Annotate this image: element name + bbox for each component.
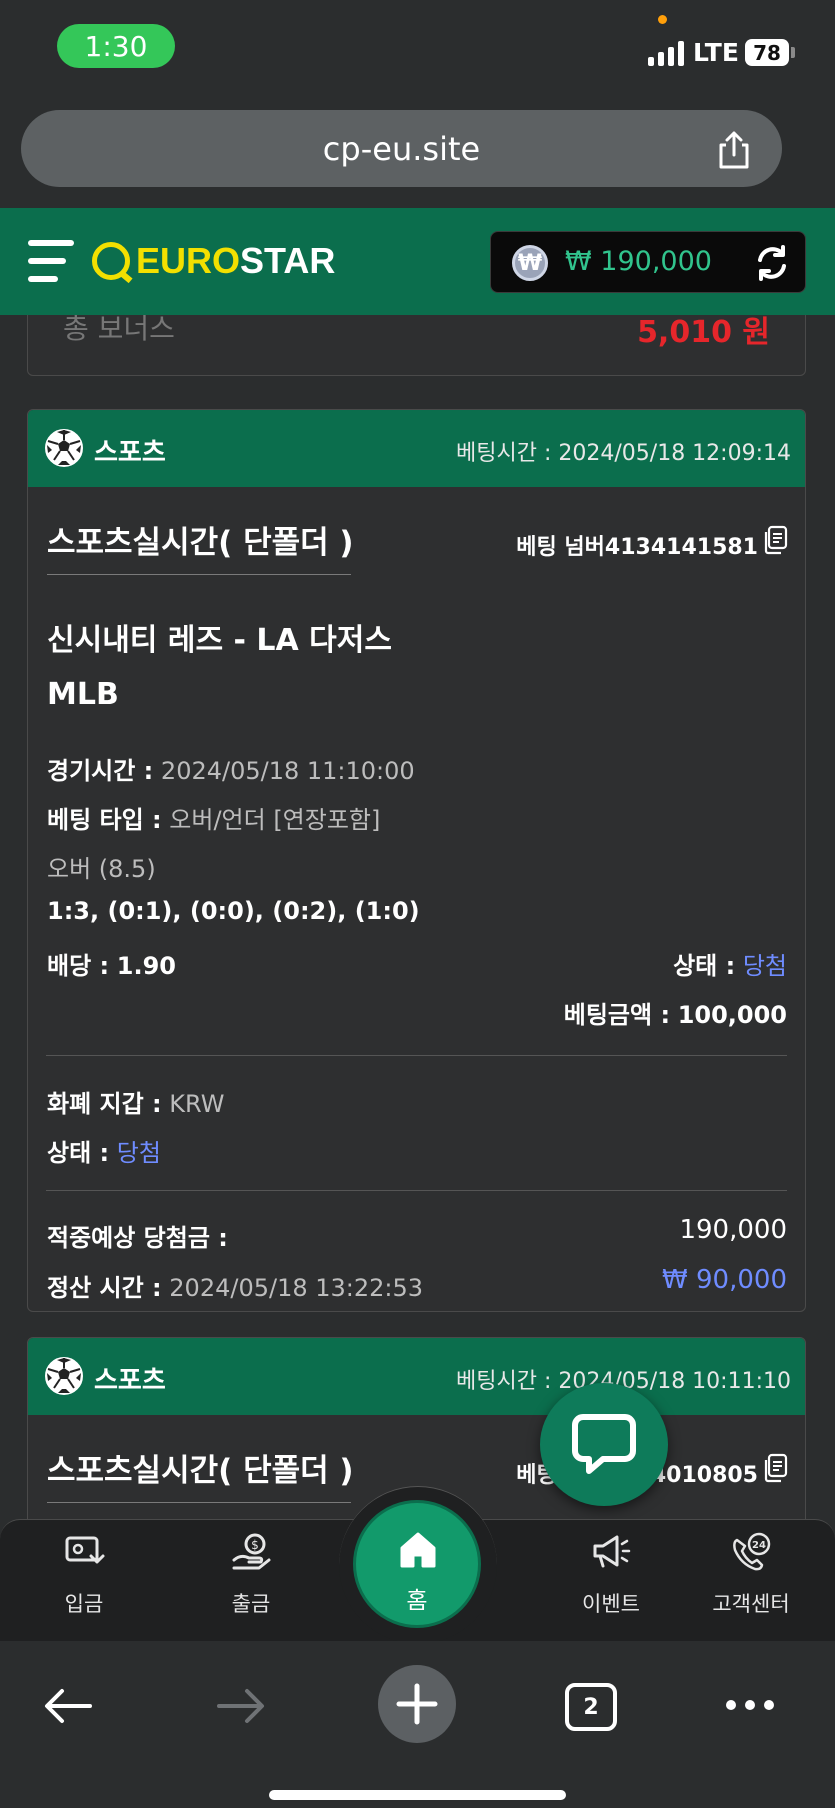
url-text: cp-eu.site — [322, 129, 481, 168]
status2-label: 상태 : — [47, 1139, 110, 1167]
game-time-value: 2024/05/18 11:10:00 — [160, 757, 415, 785]
copy-icon[interactable] — [763, 1453, 789, 1483]
expected-label: 적중예상 당첨금 : — [47, 1224, 228, 1252]
amount-value: 100,000 — [677, 1001, 787, 1029]
odds-label: 배당 : — [47, 952, 110, 980]
title-underline — [47, 1502, 351, 1503]
signal-icon — [648, 40, 684, 66]
nav-deposit-label: 입금 — [64, 1592, 104, 1616]
new-tab-button[interactable] — [378, 1665, 456, 1743]
currency-value: KRW — [169, 1090, 225, 1118]
bet-type-title: 스포츠실시간( 단폴더 ) — [47, 1453, 354, 1489]
nav-support-label: 고객센터 — [712, 1592, 790, 1616]
status-bar: 1:30 LTE 78 — [0, 0, 835, 100]
copy-icon[interactable] — [763, 525, 789, 555]
status-label: 상태 : — [673, 952, 736, 980]
menu-icon[interactable] — [28, 240, 74, 284]
status-value: 당첨 — [742, 952, 787, 980]
battery-icon: 78 — [745, 39, 789, 66]
odds-value: 1.90 — [116, 952, 176, 980]
site-logo[interactable]: EURO STAR — [92, 240, 335, 282]
home-icon — [400, 1532, 436, 1568]
bet-card: 스포츠 베팅시간 : 2024/05/18 12:09:14 스포츠실시간( 단… — [27, 409, 806, 1312]
market-value: 오버/언더 [연장포함] — [169, 806, 381, 834]
game-time-label: 경기시간 : — [47, 757, 154, 785]
score-row: 1:3, (0:1), (0:0), (0:2), (1:0) — [47, 897, 420, 925]
support-24-icon: 24 — [733, 1532, 771, 1571]
settle-value: 2024/05/18 13:22:53 — [169, 1274, 424, 1302]
title-underline — [47, 574, 351, 575]
bet-category: 스포츠 — [94, 438, 166, 468]
nav-deposit[interactable]: 입금 — [19, 1520, 149, 1642]
withdraw-icon: $ — [232, 1533, 271, 1570]
balance-widget[interactable]: ₩ ₩ 190,000 — [490, 231, 806, 293]
won-coin-icon: ₩ — [512, 245, 548, 281]
logo-text-star: STAR — [240, 240, 336, 281]
status2-value: 당첨 — [116, 1139, 161, 1167]
home-indicator — [269, 1790, 566, 1800]
forward-arrow-icon[interactable] — [215, 1686, 267, 1726]
logo-icon — [92, 242, 130, 280]
nav-home-label: 홈 — [406, 1588, 428, 1614]
nav-withdraw-label: 출금 — [231, 1592, 271, 1616]
tabs-button[interactable]: 2 — [565, 1683, 617, 1731]
plus-icon — [396, 1683, 438, 1725]
bet-card-header: 스포츠 베팅시간 : 2024/05/18 10:11:10 — [28, 1338, 805, 1415]
currency-row: 화폐 지갑 : KRW — [47, 1084, 224, 1119]
bet-card-header: 스포츠 베팅시간 : 2024/05/18 12:09:14 — [28, 410, 805, 487]
game-time-row: 경기시간 : 2024/05/18 11:10:00 — [47, 751, 415, 786]
settle-label: 정산 시간 : — [47, 1274, 162, 1302]
chat-button[interactable] — [540, 1383, 668, 1506]
deposit-icon — [65, 1536, 105, 1564]
soccer-ball-icon — [45, 429, 83, 467]
expected-value: 190,000 — [679, 1215, 787, 1245]
chat-bubble-icon — [572, 1414, 636, 1474]
market-label: 베팅 타입 : — [47, 806, 162, 834]
nav-event-label: 이벤트 — [582, 1592, 640, 1616]
bet-category: 스포츠 — [94, 1366, 166, 1396]
match-name: 신시내티 레즈 - LA 다저스 — [47, 623, 392, 658]
divider — [46, 1190, 787, 1191]
selection-row: 오버 (8.5) — [47, 849, 156, 884]
address-bar[interactable]: cp-eu.site — [21, 110, 782, 187]
profit-value: ₩ 90,000 — [662, 1265, 787, 1295]
bet-type-title: 스포츠실시간( 단폴더 ) — [47, 525, 354, 561]
browser-toolbar: 2 — [0, 1641, 835, 1808]
more-icon[interactable] — [726, 1700, 774, 1710]
balance-amount: ₩ 190,000 — [565, 246, 712, 277]
refresh-icon[interactable] — [753, 244, 791, 282]
svg-text:$: $ — [251, 1538, 259, 1552]
bet-time: 베팅시간 : 2024/05/18 12:09:14 — [456, 441, 791, 466]
league-name: MLB — [47, 677, 119, 712]
back-arrow-icon[interactable] — [42, 1686, 94, 1726]
logo-text-euro: EURO — [136, 240, 241, 281]
currency-label: 화폐 지갑 : — [47, 1090, 162, 1118]
divider — [46, 1055, 787, 1056]
support-badge-text: 24 — [752, 1540, 766, 1551]
odds-row: 배당 : 1.90 — [47, 946, 176, 981]
nav-event[interactable]: 이벤트 — [546, 1520, 676, 1642]
megaphone-icon — [593, 1535, 631, 1568]
share-icon[interactable] — [716, 130, 752, 170]
mic-indicator-icon — [658, 15, 667, 24]
nav-withdraw[interactable]: $ 출금 — [186, 1520, 316, 1642]
nav-home[interactable]: 홈 — [353, 1500, 481, 1628]
site-header: EURO STAR ₩ ₩ 190,000 — [0, 208, 835, 315]
score-value: 1:3, (0:1), (0:0), (0:2), (1:0) — [47, 897, 420, 925]
nav-support[interactable]: 24 고객센터 — [686, 1520, 816, 1642]
amount-label: 베팅금액 : — [563, 1001, 671, 1029]
status2-row: 상태 : 당첨 — [47, 1133, 161, 1168]
market-row: 베팅 타입 : 오버/언더 [연장포함] — [47, 800, 380, 835]
battery-cap — [791, 47, 795, 58]
soccer-ball-icon — [45, 1357, 83, 1395]
selection-value: 오버 (8.5) — [47, 855, 156, 883]
status-time: 1:30 — [57, 24, 175, 68]
amount-row: 베팅금액 : 100,000 — [564, 995, 787, 1030]
status-row: 상태 : 당첨 — [673, 946, 787, 981]
bet-number: 베팅 넘버4134141581 — [516, 535, 758, 560]
network-type: LTE — [693, 38, 739, 67]
expected-row: 적중예상 당첨금 : — [47, 1218, 228, 1253]
settle-row: 정산 시간 : 2024/05/18 13:22:53 — [47, 1268, 423, 1303]
